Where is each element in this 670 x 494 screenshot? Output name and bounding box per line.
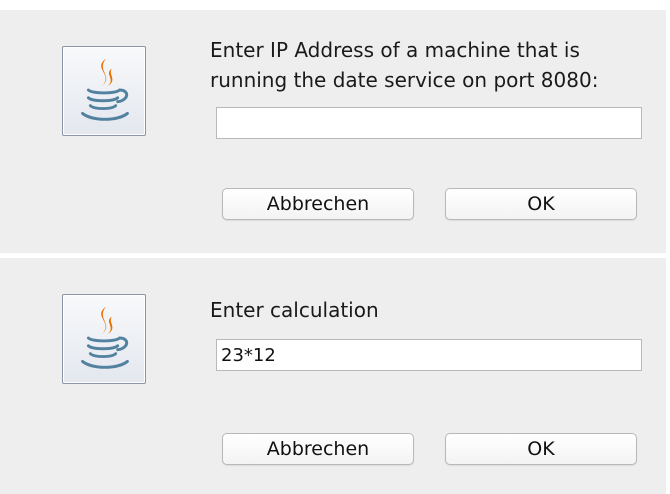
ip-address-input[interactable]: [216, 107, 642, 139]
cancel-button[interactable]: Abbrechen: [222, 188, 414, 220]
dialog-prompt: Enter calculation: [210, 298, 379, 322]
prompt-line-1: Enter IP Address of a machine that is: [210, 38, 580, 62]
prompt-line-2: running the date service on port 8080:: [210, 68, 599, 92]
ok-button[interactable]: OK: [445, 188, 637, 220]
calculation-input[interactable]: [216, 339, 642, 371]
java-coffee-cup-icon: [62, 294, 146, 384]
cancel-button[interactable]: Abbrechen: [222, 433, 414, 465]
calculation-dialog: Enter calculation Abbrechen OK: [0, 258, 666, 494]
ok-button[interactable]: OK: [445, 433, 637, 465]
ip-address-dialog: Enter IP Address of a machine that is run…: [0, 10, 666, 253]
dialog-prompt: Enter IP Address of a machine that is run…: [210, 35, 598, 95]
java-coffee-cup-icon: [62, 46, 146, 136]
